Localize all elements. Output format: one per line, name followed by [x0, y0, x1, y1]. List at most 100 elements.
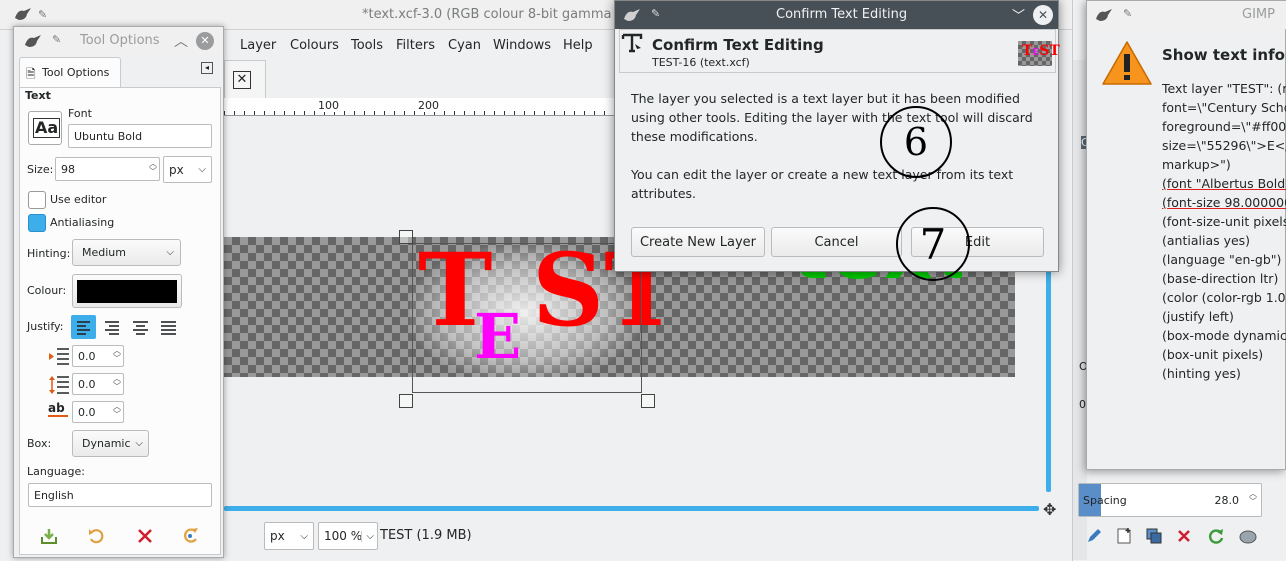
use-editor-checkbox[interactable]	[28, 191, 46, 209]
info-line: foreground=\"#ff00	[1162, 119, 1286, 134]
tab-tool-options[interactable]: 🗎 Tool Options	[19, 57, 121, 87]
refresh-brushes-button[interactable]	[1207, 527, 1225, 548]
restore-icon	[89, 529, 104, 544]
tool-options-title-bar[interactable]: ✎ Tool Options ︿ ✕	[14, 27, 223, 55]
stepper-icon[interactable]: ︿ ﹀	[149, 160, 157, 176]
pin-icon[interactable]: ✎	[38, 8, 47, 21]
box-mode-select[interactable]: Dynamic ⌵	[72, 430, 149, 457]
pencil-icon	[1088, 529, 1101, 542]
size-label: Size:	[27, 163, 54, 176]
menu-help[interactable]: Help	[563, 38, 593, 53]
menu-tools[interactable]: Tools	[351, 38, 383, 53]
hinting-label: Hinting:	[27, 247, 71, 260]
info-line: size=\"55296\">E</s	[1162, 138, 1286, 153]
info-line: Text layer "TEST": (m	[1162, 81, 1286, 96]
image-tab[interactable]: ✕	[224, 60, 266, 98]
collapse-icon[interactable]: ︿	[174, 31, 188, 51]
info-text-block: Text layer "TEST": (m font=\"Century Sch…	[1162, 79, 1286, 383]
zoom-field[interactable]: 100 % ⌵	[318, 522, 378, 550]
menu-windows[interactable]: Windows	[493, 38, 551, 53]
align-justify-icon	[161, 321, 176, 335]
layer-info: TEST (1.9 MB)	[380, 528, 472, 543]
handle-bottom-right[interactable]	[641, 394, 655, 408]
text-box-frame[interactable]	[412, 243, 642, 393]
size-input[interactable]: 98 ︿ ﹀	[55, 157, 160, 181]
annotation-circle-6: 6	[880, 106, 952, 178]
line-spacing-input[interactable]: 0.0 ︿ ﹀	[72, 373, 124, 395]
size-unit-select[interactable]: px ⌵	[163, 156, 212, 183]
info-window-title-bar[interactable]: ✎ GIMP	[1087, 1, 1286, 29]
brush-preview-icon	[1239, 530, 1257, 544]
info-line: (color (color-rgb 1.00	[1162, 290, 1286, 305]
font-preview-button[interactable]: Aa	[28, 111, 62, 145]
justify-center-button[interactable]	[128, 315, 153, 339]
minimize-icon[interactable]: ﹀	[1012, 5, 1025, 24]
delete-icon	[1178, 530, 1190, 542]
info-line: markup>")	[1162, 157, 1231, 172]
spacing-slider[interactable]: Spacing 28.0 ︿ ﹀	[1078, 483, 1262, 517]
tab-menu-icon[interactable]: ◂	[201, 62, 213, 74]
justify-right-button[interactable]	[100, 315, 125, 339]
reset-options-button[interactable]	[180, 526, 202, 546]
stepper-icon[interactable]: ︿ ﹀	[113, 375, 121, 391]
handle-top-left[interactable]	[399, 230, 413, 244]
delete-options-button[interactable]	[134, 526, 156, 546]
info-line: (font-size 98.000000	[1162, 195, 1286, 210]
handle-bottom-left[interactable]	[399, 394, 413, 408]
justify-fill-button[interactable]	[156, 315, 181, 339]
menu-cyan[interactable]: Cyan	[448, 38, 481, 53]
colour-button[interactable]	[72, 274, 182, 308]
justify-left-button[interactable]	[71, 315, 96, 339]
align-center-icon	[133, 321, 148, 335]
text-tool-icon	[621, 32, 643, 54]
pin-icon[interactable]: ✎	[1123, 7, 1132, 20]
cancel-button[interactable]: Cancel	[771, 227, 902, 257]
delete-brush-button[interactable]	[1175, 527, 1193, 548]
menu-filters[interactable]: Filters	[396, 38, 435, 53]
stepper-icon[interactable]: ︿ ﹀	[113, 403, 121, 419]
edit-brush-button[interactable]	[1085, 527, 1103, 548]
layer-thumbnail: TEST	[1018, 41, 1060, 66]
menu-layer[interactable]: Layer	[240, 38, 276, 53]
restore-options-button[interactable]	[86, 526, 108, 546]
pin-icon[interactable]: ✎	[52, 33, 61, 46]
horizontal-scrollbar[interactable]	[224, 506, 1039, 511]
close-icon[interactable]: ✕	[196, 32, 214, 50]
hinting-select[interactable]: Medium ⌵	[72, 239, 181, 266]
indent-icon	[48, 347, 70, 368]
unit-select[interactable]: px ⌵	[264, 522, 314, 550]
navigate-icon[interactable]: ✥	[1043, 500, 1056, 519]
info-line: (box-mode dynamic	[1162, 328, 1286, 343]
font-input[interactable]: Ubuntu Bold	[68, 124, 212, 148]
close-tab-icon[interactable]: ✕	[233, 71, 251, 89]
tool-options-title: Tool Options	[80, 33, 160, 48]
gimp-logo-icon	[623, 9, 641, 25]
confirm-heading: Confirm Text Editing	[652, 36, 824, 54]
info-line: font=\"Century Scho	[1162, 100, 1286, 115]
pin-icon[interactable]: ✎	[651, 7, 660, 20]
stepper-icon[interactable]: ︿ ﹀	[1249, 490, 1257, 506]
brush-preview-button[interactable]	[1239, 527, 1257, 548]
font-aa-icon: Aa	[33, 118, 61, 138]
ruler-label-200: 200	[417, 99, 440, 112]
letter-spacing-input[interactable]: 0.0 ︿ ﹀	[72, 401, 124, 423]
save-options-button[interactable]	[38, 526, 60, 546]
create-new-layer-button[interactable]: Create New Layer	[631, 227, 765, 257]
confirm-body-text-1: The layer you selected is a text layer b…	[631, 91, 1033, 144]
menu-colours[interactable]: Colours	[290, 38, 339, 53]
duplicate-brush-button[interactable]	[1145, 527, 1163, 548]
info-line: (antialias yes)	[1162, 233, 1251, 248]
stepper-icon[interactable]: ︿ ﹀	[113, 347, 121, 363]
align-right-icon	[105, 321, 119, 335]
antialiasing-checkbox[interactable]	[28, 214, 46, 232]
main-window-title: *text.xcf-3.0 (RGB colour 8-bit gamma in…	[362, 7, 641, 22]
antialiasing-label: Antialiasing	[50, 216, 115, 229]
language-input[interactable]: English	[28, 483, 212, 507]
new-brush-button[interactable]	[1115, 527, 1133, 548]
delete-icon	[138, 529, 152, 543]
box-label: Box:	[27, 437, 52, 450]
close-icon[interactable]: ✕	[1033, 5, 1053, 25]
dock-side-letter-0: 0	[1079, 398, 1086, 411]
confirm-dialog-title-bar[interactable]: ✎ Confirm Text Editing ﹀ ✕	[615, 1, 1058, 29]
indent-input[interactable]: 0.0 ︿ ﹀	[72, 345, 124, 367]
